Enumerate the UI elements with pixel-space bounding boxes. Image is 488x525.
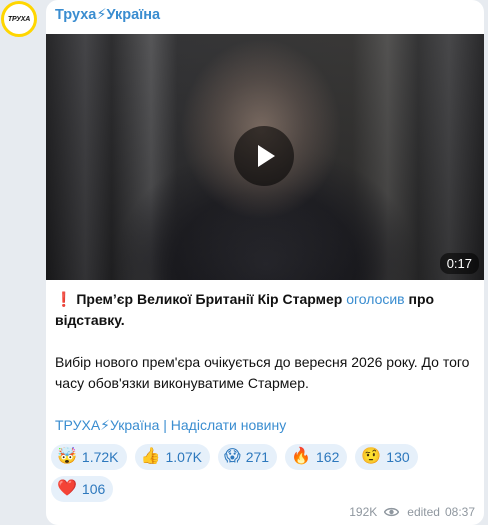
post-text: ❗ Прем’єр Великої Британії Кір Стармер о… [55,289,475,436]
video-duration: 0:17 [439,253,479,274]
view-count: 192K [349,505,378,519]
eye-icon [384,507,400,517]
message-bubble: Труха⚡Україна 0:17 ❗ Прем’єр Великої Бри… [46,0,484,525]
edited-label: edited [407,505,440,519]
reaction-thumbs-up[interactable]: 👍 1.07K [134,444,211,470]
heart-icon: ❤️ [57,480,77,497]
reaction-count: 130 [386,449,410,465]
signature-channel-link[interactable]: ТРУХА⚡Україна [55,417,159,433]
reaction-raised-eyebrow[interactable]: 🤨 130 [355,444,418,470]
message-time: 08:37 [444,505,475,519]
screaming-face-icon: 😱 [224,448,241,465]
message-meta: 192K edited 08:37 [349,505,475,519]
reactions-bar: 🤯 1.72K 👍 1.07K 😱 271 🔥 162 🤨 130 ❤️ 106 [51,444,471,502]
video-player[interactable]: 0:17 [46,34,484,280]
reaction-exploding-head[interactable]: 🤯 1.72K [51,444,127,470]
reaction-fire[interactable]: 🔥 162 [285,444,348,470]
headline-link[interactable]: оголосив [346,291,404,307]
thumbs-up-icon: 👍 [140,448,161,465]
reaction-heart[interactable]: ❤️ 106 [51,476,114,502]
play-icon [258,145,275,167]
play-button[interactable] [234,126,294,186]
post-headline: ❗ Прем’єр Великої Британії Кір Стармер о… [55,289,475,331]
reaction-count: 1.72K [81,449,119,465]
post-paragraph: Вибір нового прем'єра очікується до вере… [55,354,470,391]
submit-news-link[interactable]: Надіслати новину [171,417,286,433]
channel-name[interactable]: Труха⚡Україна [55,7,160,23]
reaction-count: 271 [245,449,270,465]
alert-icon: ❗ [55,291,73,307]
headline-text-1: Прем’єр Великої Британії Кір Стармер [76,291,347,307]
avatar-text: ТРУХА [7,15,31,23]
reaction-count: 162 [316,449,340,465]
reaction-count: 106 [81,481,106,497]
signature-separator: | [159,417,171,433]
reaction-screaming[interactable]: 😱 271 [218,444,278,470]
post-signature: ТРУХА⚡Україна | Надіслати новину [55,415,475,436]
exploding-head-icon: 🤯 [57,448,77,465]
fire-icon: 🔥 [291,448,311,465]
channel-avatar[interactable]: ТРУХА [1,1,37,37]
raised-eyebrow-icon: 🤨 [361,448,382,465]
reaction-count: 1.07K [165,449,203,465]
